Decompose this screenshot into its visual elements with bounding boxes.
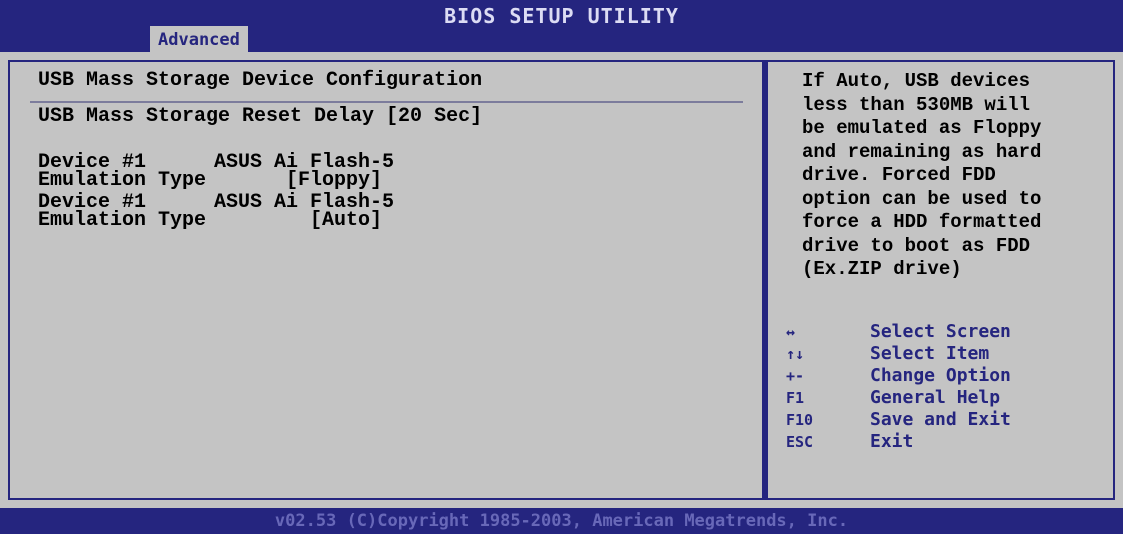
key-desc: Select Item xyxy=(870,343,990,364)
key-desc: General Help xyxy=(870,387,1001,408)
key-f10: F10 xyxy=(786,411,814,429)
key-f1: F1 xyxy=(786,389,805,407)
main-panel: USB Mass Storage Device Configuration US… xyxy=(0,52,1123,508)
key-desc: Exit xyxy=(870,431,914,452)
key-esc: ESC xyxy=(786,433,814,451)
arrows-lr-icon: ↔ xyxy=(786,323,796,341)
key-desc: Select Screen xyxy=(870,321,1011,342)
device-1-emulation-label: Emulation Type xyxy=(38,169,207,192)
plus-minus-icon: +- xyxy=(786,367,805,385)
device-1-emulation-value[interactable]: [Floppy] xyxy=(286,170,382,192)
device-2-emulation-label: Emulation Type xyxy=(38,209,207,232)
copyright-footer: v02.53 (C)Copyright 1985-2003, American … xyxy=(0,508,1123,534)
help-text: If Auto, USB devices less than 530MB wil… xyxy=(802,70,1042,280)
section-separator xyxy=(30,101,743,103)
key-desc: Save and Exit xyxy=(870,409,1011,430)
device-2-emulation-value[interactable]: [Auto] xyxy=(310,210,382,232)
bios-title: BIOS SETUP UTILITY xyxy=(444,4,679,28)
reset-delay-setting[interactable]: USB Mass Storage Reset Delay [20 Sec] xyxy=(38,106,482,128)
tab-advanced[interactable]: Advanced xyxy=(150,26,248,54)
arrows-ud-icon: ↑↓ xyxy=(786,345,805,363)
section-title: USB Mass Storage Device Configuration xyxy=(38,69,483,92)
key-desc: Change Option xyxy=(870,365,1011,386)
title-bar: BIOS SETUP UTILITY Advanced xyxy=(0,0,1123,56)
